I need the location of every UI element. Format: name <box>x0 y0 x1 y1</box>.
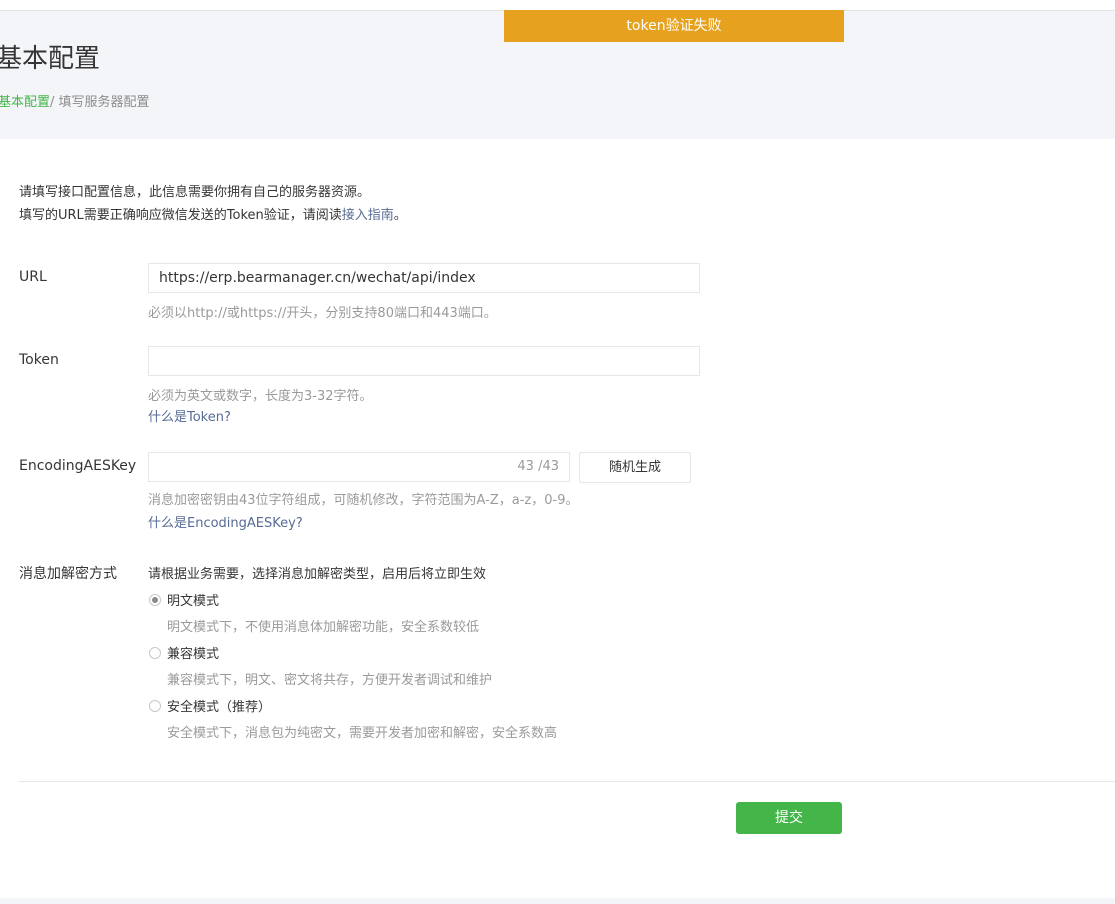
url-label: URL <box>19 269 47 285</box>
aes-key-tip: 消息加密密钥由43位字符组成，可随机修改，字符范围为A-Z，a-z，0-9。 <box>148 493 579 508</box>
random-generate-button[interactable]: 随机生成 <box>579 452 691 483</box>
token-label: Token <box>19 352 59 368</box>
breadcrumb-separator: / <box>50 95 59 110</box>
what-is-aes-key-link[interactable]: 什么是EncodingAESKey? <box>148 512 303 531</box>
radio-plaintext-mode[interactable]: 明文模式 <box>149 590 219 609</box>
token-tip: 必须为英文或数字，长度为3-32字符。 <box>148 389 373 404</box>
encryption-mode-hint: 请根据业务需要，选择消息加解密类型，启用后将立即生效 <box>148 567 487 582</box>
access-guide-link[interactable]: 接入指南 <box>342 208 394 223</box>
compatible-mode-desc: 兼容模式下，明文、密文将共存，方便开发者调试和维护 <box>167 673 493 688</box>
divider <box>19 781 1115 782</box>
radio-unchecked-icon[interactable] <box>149 646 161 659</box>
radio-compatible-mode[interactable]: 兼容模式 <box>149 643 219 662</box>
radio-checked-icon[interactable] <box>149 593 161 606</box>
url-tip: 必须以http://或https://开头，分别支持80端口和443端口。 <box>148 306 497 321</box>
aes-key-input[interactable]: 43 /43 <box>148 452 570 482</box>
intro-line-1: 请填写接口配置信息，此信息需要你拥有自己的服务器资源。 <box>19 185 371 200</box>
breadcrumb-current: 填写服务器配置 <box>58 95 150 110</box>
url-input[interactable]: https://erp.bearmanager.cn/wechat/api/in… <box>148 263 700 293</box>
aes-key-label: EncodingAESKey <box>19 458 137 474</box>
breadcrumb: 基本配置/ 填写服务器配置 <box>0 91 150 110</box>
what-is-token-link[interactable]: 什么是Token? <box>148 406 231 425</box>
submit-button[interactable]: 提交 <box>736 802 842 834</box>
footer-bar <box>0 898 1115 904</box>
secure-mode-desc: 安全模式下，消息包为纯密文，需要开发者加密和解密，安全系数高 <box>167 726 558 741</box>
intro-text: 请填写接口配置信息，此信息需要你拥有自己的服务器资源。 填写的URL需要正确响应… <box>19 181 407 227</box>
error-toast: token验证失败 <box>504 10 844 42</box>
page-title: 基本配置 <box>0 44 101 74</box>
radio-unchecked-icon[interactable] <box>149 699 161 712</box>
encryption-mode-label: 消息加解密方式 <box>19 566 117 582</box>
aes-key-counter: 43 /43 <box>517 459 559 474</box>
plaintext-mode-desc: 明文模式下，不使用消息体加解密功能，安全系数较低 <box>167 620 480 635</box>
intro-line-2: 填写的URL需要正确响应微信发送的Token验证，请阅读接入指南。 <box>19 208 407 223</box>
token-input[interactable] <box>148 346 700 376</box>
breadcrumb-link-basic-config[interactable]: 基本配置 <box>0 95 50 110</box>
radio-secure-mode[interactable]: 安全模式（推荐） <box>149 696 271 715</box>
